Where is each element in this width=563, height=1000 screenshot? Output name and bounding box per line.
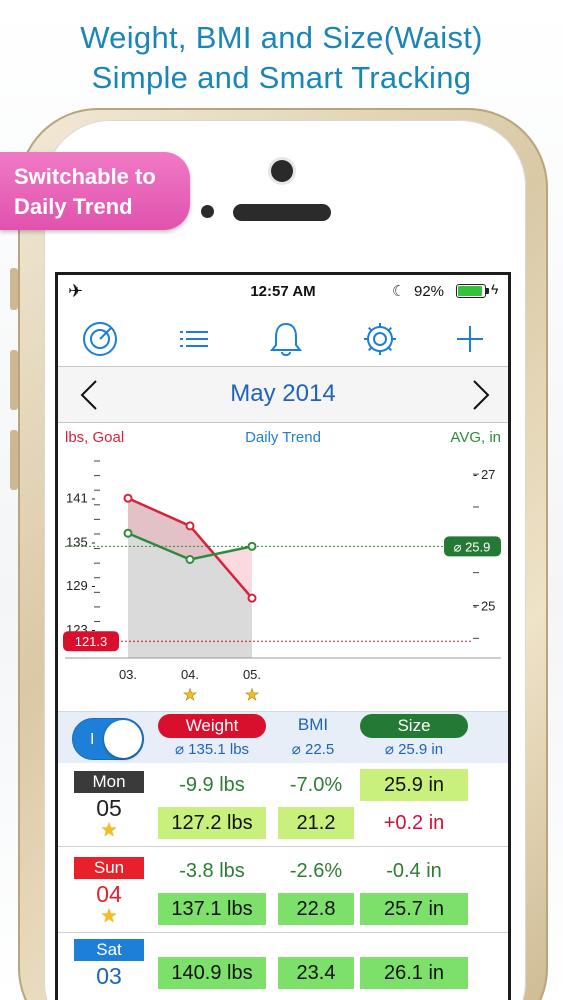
proximity-sensor [201,205,214,218]
daily-trend-chart: lbs, Goal Daily Trend AVG, in 141 - 135 -… [58,423,508,711]
size-value: 25.9 in [360,769,468,801]
star-icon: ★ [100,906,118,927]
left-tick-label: 141 - [66,490,96,505]
day-label: Sat [74,939,144,961]
ribbon-line1: Switchable to [14,164,156,189]
size-average: ⌀ 25.9 in [384,741,444,758]
weight-legend-pill[interactable]: Weight [158,714,266,738]
app-screen: ✈ 12:57 AM ☾ 92% ϟ May 2014 lbs, Goal Da… [55,272,511,1000]
promo-title-line1: Weight, BMI and Size(Waist) [80,20,483,55]
day-number: 04 [96,881,122,907]
right-tick-label: - 25 [473,598,495,613]
weight-point [123,493,133,503]
toggle-label: I [90,731,95,748]
month-navigator: May 2014 [58,367,508,423]
volume-up-button [10,350,18,410]
status-bar: ✈ 12:57 AM ☾ 92% ϟ [58,275,508,309]
size-value: 26.1 in [360,957,468,989]
battery-fill [458,286,482,296]
left-axis-label: lbs, Goal [65,429,124,446]
battery-percent: 92% [414,283,445,300]
plus-icon[interactable] [448,317,492,361]
bmi-value: 21.2 [278,807,354,839]
chart-ring-icon[interactable] [78,317,122,361]
ribbon-line2: Daily Trend [14,194,133,219]
weight-value: 137.1 lbs [158,893,266,925]
promo-ribbon: Switchable to Daily Trend [0,152,190,230]
day-label: Sun [74,857,144,879]
x-tick-label: 05. [243,667,261,682]
bmi-legend-label[interactable]: BMI [278,715,348,735]
size-point [123,528,133,538]
promo-title: Weight, BMI and Size(Waist) Simple and S… [0,18,563,98]
right-tick-label: - 27 [473,467,495,482]
mute-switch [10,268,18,310]
star-icon: ★ [245,687,259,704]
weight-change: -3.8 lbs [179,860,245,882]
bmi-average: ⌀ 22.5 [291,741,335,758]
promo-title-line2: Simple and Smart Tracking [91,60,472,95]
chevron-right-icon[interactable] [458,373,498,417]
day-number: 03 [96,963,122,989]
weight-average: ⌀ 135.1 lbs [174,741,250,758]
weight-change: -9.9 lbs [179,774,245,796]
gear-icon[interactable] [358,317,402,361]
bmi-value: 22.8 [278,893,354,925]
day-label: Mon [74,771,144,793]
bmi-value: 23.4 [278,957,354,989]
earpiece-speaker [233,204,331,221]
weight-value: 140.9 lbs [158,957,266,989]
toggle-knob [104,720,142,758]
left-tick-label: 135 - [66,534,96,549]
size-change: -0.4 in [386,860,442,882]
day-row-sat[interactable]: Sat 03 140.9 lbs 23.4 26.1 in [58,935,508,1000]
legend-bar: I Weight ⌀ 135.1 lbs BMI ⌀ 22.5 Size ⌀ 2… [58,711,508,763]
x-tick-label: 04. [181,667,199,682]
goal-value: 121.3 [75,634,108,649]
size-value: 25.7 in [360,893,468,925]
left-tick-label: 129 - [66,578,96,593]
front-camera [271,160,293,182]
star-icon: ★ [183,687,197,704]
trend-toggle[interactable]: I [72,718,144,760]
weight-point [247,593,257,603]
charging-icon: ϟ [491,281,499,297]
day-row-sun[interactable]: Sun 04 ★ -3.8 lbs -2.6% -0.4 in 137.1 lb… [58,849,508,933]
size-point [185,555,195,564]
bmi-change: -7.0% [289,774,343,796]
day-row-mon[interactable]: Mon 05 ★ -9.9 lbs -7.0% 25.9 in 127.2 lb… [58,763,508,847]
x-tick-label: 03. [119,667,137,682]
avg-value: ⌀ 25.9 [454,539,491,554]
size-legend-pill[interactable]: Size [360,714,468,738]
volume-down-button [10,430,18,490]
chart-svg: lbs, Goal Daily Trend AVG, in 141 - 135 -… [63,429,501,704]
battery-icon [456,284,489,298]
toolbar [58,309,508,367]
size-point [247,541,257,551]
moon-icon: ☾ [392,283,406,300]
weight-point [185,521,195,531]
weight-value: 127.2 lbs [158,807,266,839]
battery-nub [486,288,489,294]
size-change: +0.2 in [383,812,445,834]
bell-icon[interactable] [264,317,308,361]
list-icon[interactable] [172,317,216,361]
star-icon: ★ [100,820,118,841]
current-month: May 2014 [230,380,336,407]
right-axis-label: AVG, in [450,429,501,446]
bmi-change: -2.6% [289,860,343,882]
chart-title: Daily Trend [245,429,321,446]
day-number: 05 [96,795,122,821]
